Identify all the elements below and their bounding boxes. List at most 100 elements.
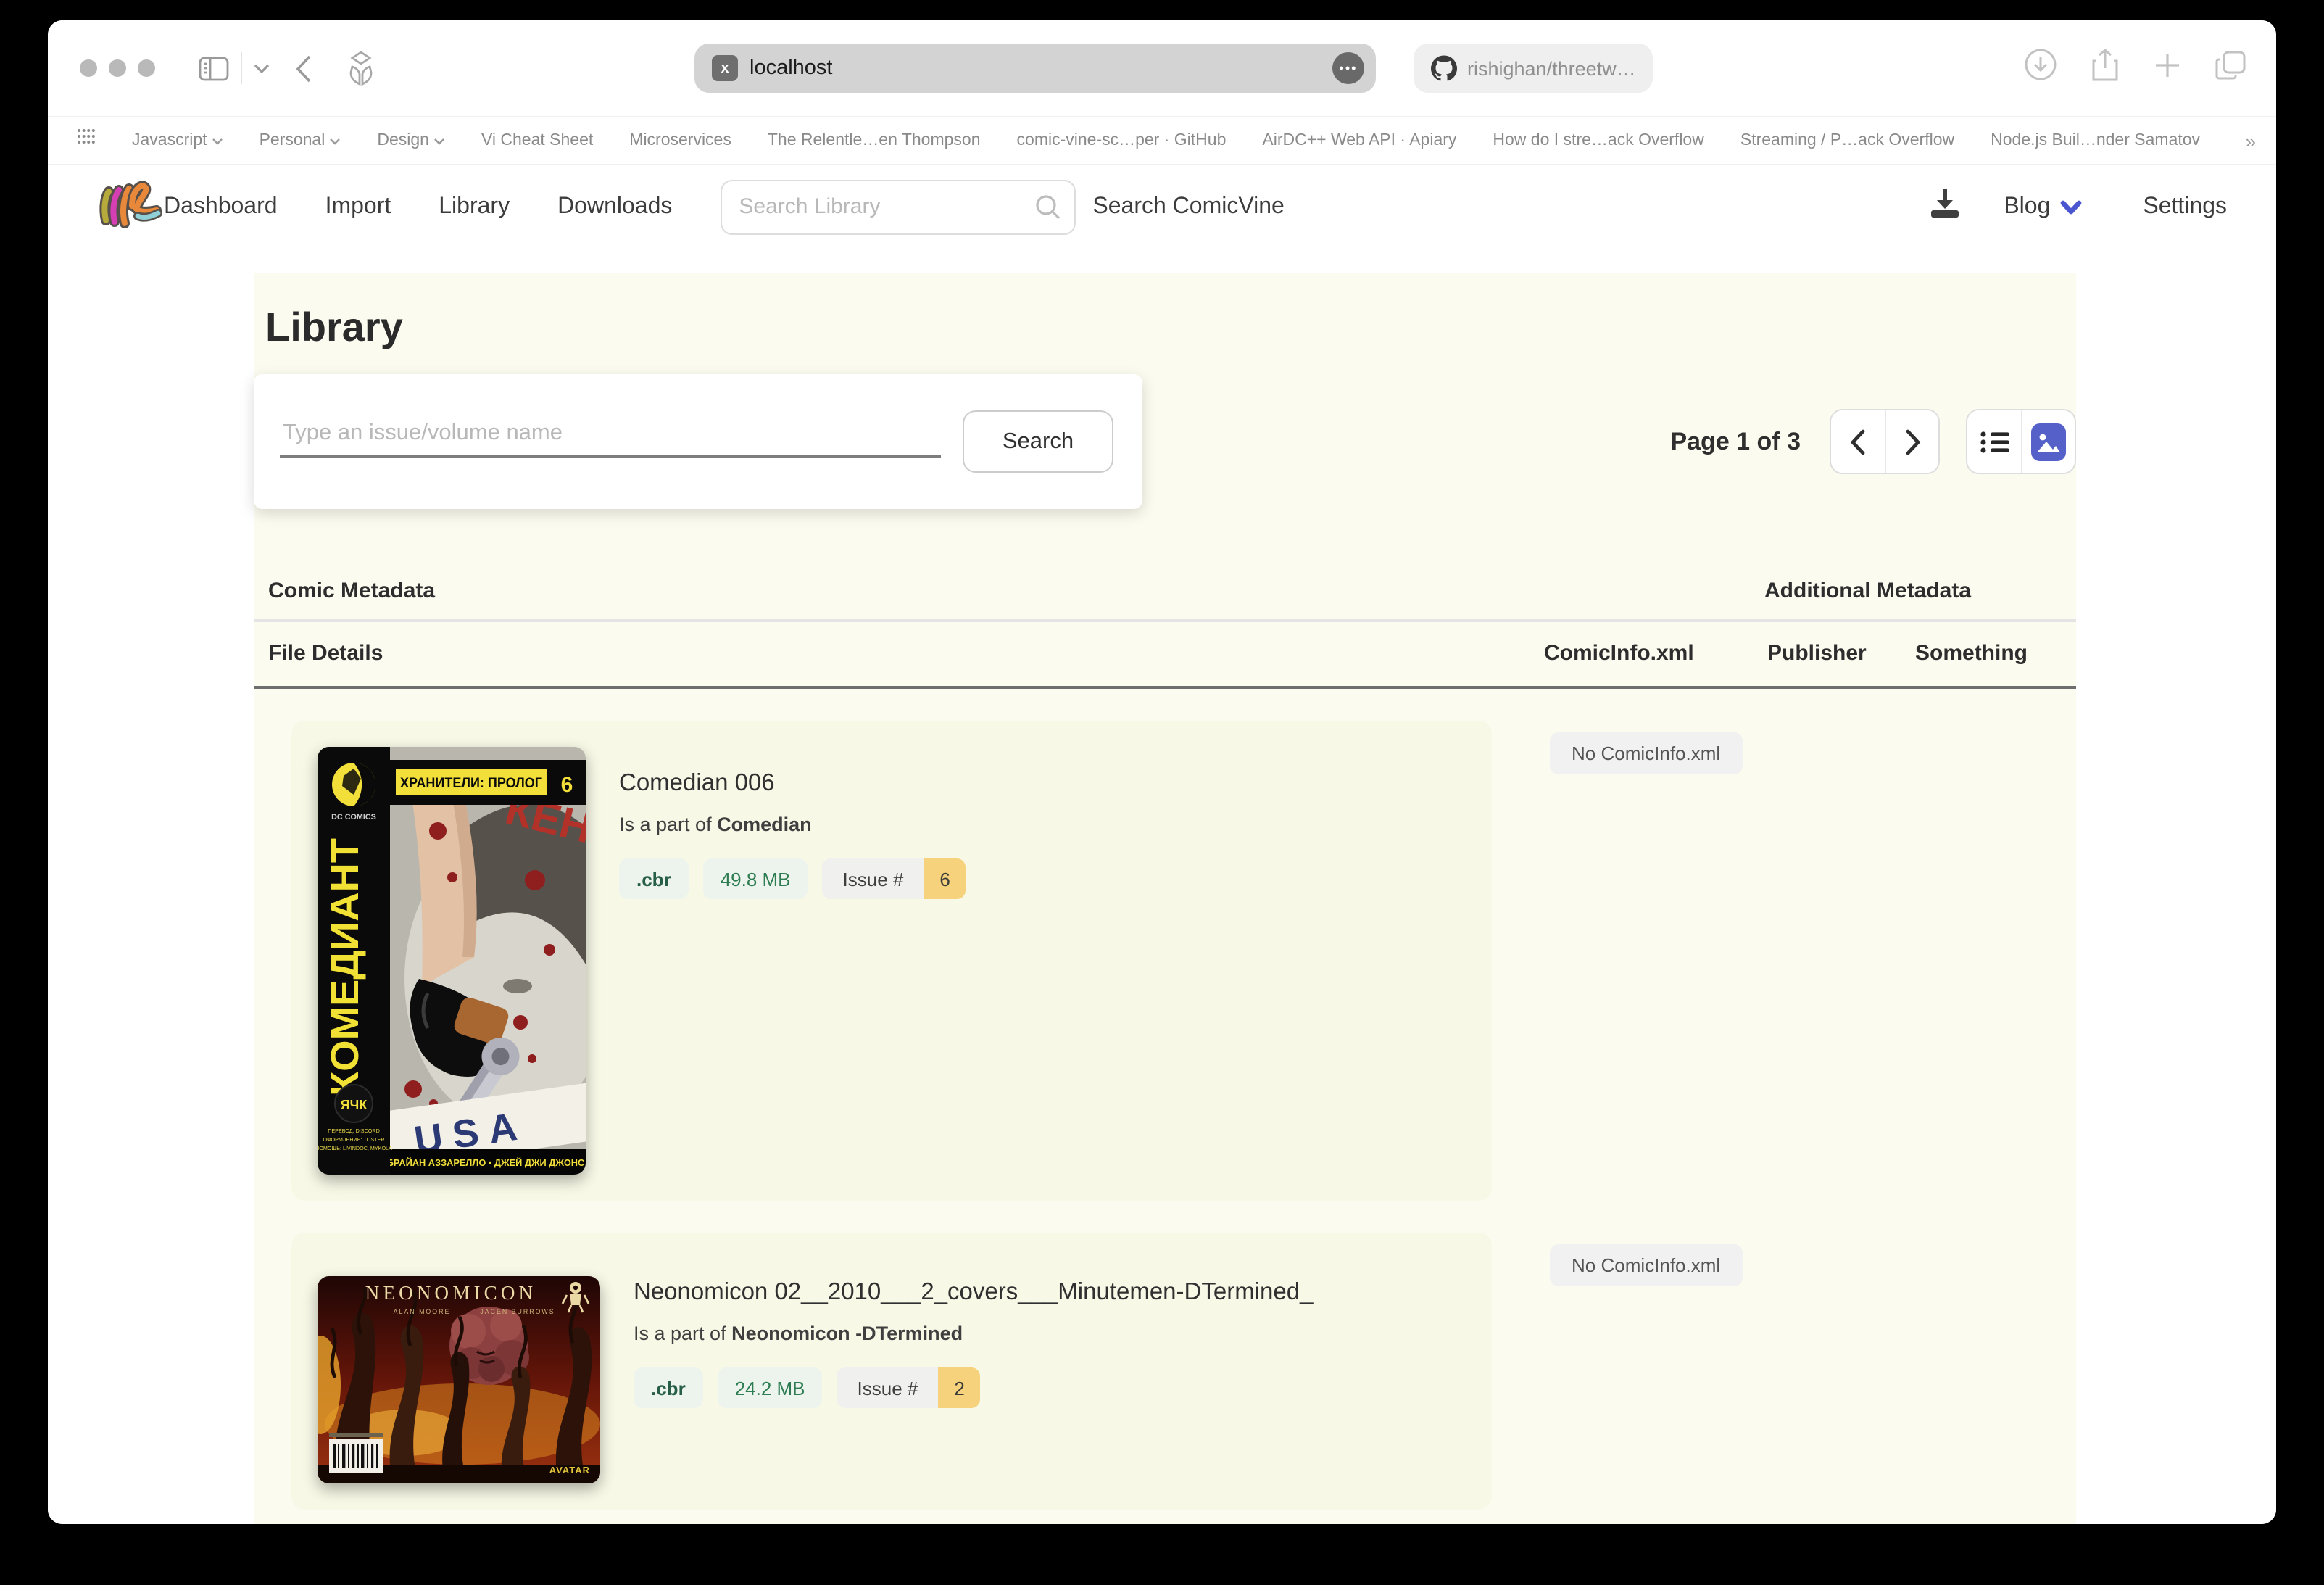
bookmarks-overflow-chevron[interactable]: » (2246, 130, 2256, 152)
gallery-view-button[interactable] (2021, 410, 2075, 473)
download-queue-icon[interactable] (1930, 189, 1960, 225)
column-header-comicinfo: ComicInfo.xml (1544, 641, 1694, 666)
previous-page-button[interactable] (1831, 410, 1885, 473)
comic-card[interactable]: КЕН (291, 721, 1492, 1201)
series-line: Is a part of Comedian (619, 814, 966, 835)
window-close-button[interactable] (80, 59, 97, 77)
page-options-icon[interactable]: ••• (1332, 52, 1364, 84)
issue-number-badge: Issue # 6 (823, 858, 966, 899)
issue-volume-search-input[interactable] (280, 412, 941, 458)
bookmark-item[interactable]: Microservices (629, 132, 731, 149)
favorites-grid-icon[interactable] (77, 128, 96, 154)
bookmark-item[interactable]: Vi Cheat Sheet (481, 132, 593, 149)
library-container: Library Search Page 1 of 3 (254, 273, 2076, 1524)
reader-box-icon[interactable] (344, 50, 378, 86)
table-row: КЕН (254, 721, 2076, 1201)
nav-library[interactable]: Library (439, 194, 510, 220)
series-name: Neonomicon -DTermined (731, 1323, 963, 1344)
downloads-icon[interactable] (2024, 48, 2057, 88)
group-header-additional-metadata: Additional Metadata (1764, 579, 1971, 603)
window-zoom-button[interactable] (138, 59, 155, 77)
library-quick-search-input[interactable] (720, 179, 1075, 234)
bookmark-item[interactable]: AirDC++ Web API · Apiary (1262, 132, 1456, 149)
browser-window: x localhost ••• rishighan/threetw… (48, 20, 2276, 1524)
list-view-button[interactable] (1967, 410, 2021, 473)
issue-number-badge: Issue # 2 (837, 1367, 981, 1408)
file-ext-badge: .cbr (619, 858, 689, 899)
file-ext-badge: .cbr (634, 1367, 703, 1408)
cover-group-logo: ЯЧК (341, 1098, 368, 1112)
pagination-label: Page 1 of 3 (1670, 427, 1801, 456)
toolbar-divider (241, 52, 242, 84)
comicinfo-status-badge: No ComicInfo.xml (1550, 732, 1742, 774)
new-tab-icon[interactable] (2153, 50, 2182, 86)
part-of-label: Is a part of (634, 1323, 726, 1344)
cover-dc-text: DC COMICS (331, 813, 376, 822)
tab-overview-icon[interactable] (2215, 49, 2247, 88)
bookmark-item[interactable]: The Relentle…en Thompson (768, 132, 981, 149)
bookmark-folder-javascript[interactable]: Javascript (132, 132, 223, 149)
search-comicvine-link[interactable]: Search ComicVine (1092, 194, 1284, 220)
comic-title[interactable]: Comedian 006 (619, 770, 966, 798)
browser-toolbar: x localhost ••• rishighan/threetw… (48, 20, 2276, 116)
cover-issue-number: 6 (561, 773, 573, 797)
column-header-file-details: File Details (268, 641, 383, 666)
table-row: NEONOMICON ALAN MOORE JACEN BURROWS (254, 1233, 2076, 1510)
extension-badge-icon[interactable]: x (712, 55, 738, 81)
next-page-button[interactable] (1885, 410, 1938, 473)
nav-import[interactable]: Import (325, 194, 391, 220)
share-icon[interactable] (2091, 47, 2120, 89)
app-logo[interactable] (97, 177, 164, 236)
cover-credit-line: ОФОРМЛЕНИЕ: TOSTER (323, 1136, 384, 1143)
cover-credit-line: ПЕРЕВОД: DISCORD (328, 1127, 380, 1134)
search-button[interactable]: Search (963, 410, 1113, 473)
sidebar-toggle-icon[interactable] (199, 56, 229, 80)
bookmark-item[interactable]: Streaming / P…ack Overflow (1740, 132, 1954, 149)
cover-spine-title: КОМЕДИАНТ (323, 838, 367, 1096)
comic-title[interactable]: Neonomicon 02__2010___2_covers___Minutem… (634, 1279, 1313, 1307)
comic-cover-art[interactable]: КЕН (318, 747, 586, 1175)
sidebar-chevron-icon[interactable] (254, 63, 270, 73)
nav-settings[interactable]: Settings (2143, 194, 2227, 220)
back-button-icon[interactable] (296, 54, 312, 82)
github-icon (1431, 55, 1457, 81)
bookmark-folder-personal[interactable]: Personal (260, 132, 341, 149)
part-of-label: Is a part of (619, 814, 712, 835)
comicinfo-status-badge: No ComicInfo.xml (1550, 1244, 1742, 1286)
bookmarks-bar: Javascript Personal Design Vi Cheat Shee… (48, 116, 2276, 165)
github-shortcut-label: rishighan/threetw… (1467, 57, 1636, 79)
page-title: Library (265, 305, 2076, 351)
file-size-badge: 49.8 MB (703, 858, 808, 899)
column-header-something: Something (1915, 641, 2028, 666)
bookmark-folder-design[interactable]: Design (377, 132, 445, 149)
bookmark-item[interactable]: How do I stre…ack Overflow (1493, 132, 1703, 149)
nav-downloads[interactable]: Downloads (557, 194, 672, 220)
chevron-down-icon (2060, 199, 2082, 214)
bookmark-item[interactable]: comic-vine-sc…per · GitHub (1017, 132, 1227, 149)
blog-menu[interactable]: Blog (2004, 194, 2082, 220)
series-line: Is a part of Neonomicon -DTermined (634, 1323, 1313, 1344)
url-text[interactable]: localhost (750, 57, 1332, 80)
cover-top-banner: ХРАНИТЕЛИ: ПРОЛОГ (400, 776, 542, 791)
comic-card[interactable]: NEONOMICON ALAN MOORE JACEN BURROWS (291, 1233, 1492, 1510)
table-column-headers: File Details ComicInfo.xml Publisher Som… (254, 622, 2076, 686)
cover-credit-line: ПОМОЩЬ: LIVINDOC, MYKOLA (318, 1145, 392, 1151)
header-divider-strong (254, 686, 2076, 689)
github-pinned-tab[interactable]: rishighan/threetw… (1414, 44, 1653, 93)
pagination-controls (1830, 409, 1940, 474)
comic-cover-art[interactable]: NEONOMICON ALAN MOORE JACEN BURROWS (318, 1276, 600, 1483)
table-group-headers: Comic Metadata Additional Metadata (254, 567, 2076, 619)
list-icon (1980, 430, 2009, 453)
column-header-publisher: Publisher (1767, 641, 1867, 666)
window-minimize-button[interactable] (109, 59, 126, 77)
image-icon (2031, 423, 2066, 460)
library-search-card: Search (254, 374, 1142, 509)
address-bar[interactable]: x localhost ••• (694, 44, 1376, 93)
view-toggle (1966, 409, 2076, 474)
cover-author-right: JACEN BURROWS (480, 1308, 555, 1315)
nav-dashboard[interactable]: Dashboard (164, 194, 278, 220)
series-name: Comedian (717, 814, 812, 835)
cover-author-left: ALAN MOORE (394, 1308, 451, 1315)
cover-publisher-text: AVATAR (549, 1465, 590, 1476)
bookmark-item[interactable]: Node.js Buil…nder Samatov (1991, 132, 2200, 149)
